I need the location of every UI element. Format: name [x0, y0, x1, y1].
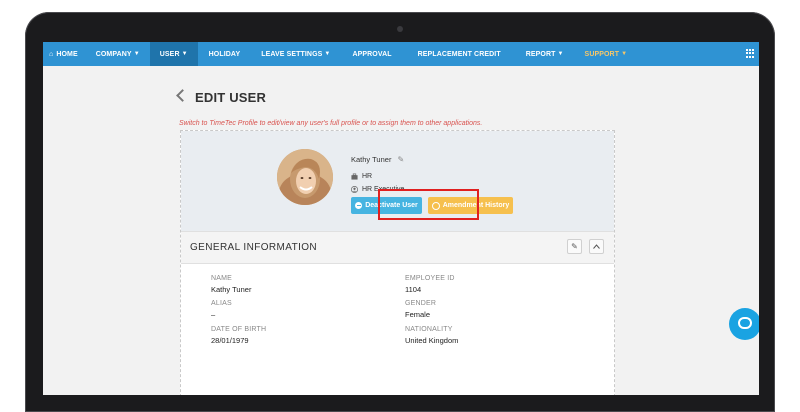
nav-approval[interactable]: APPROVAL [341, 42, 404, 66]
nav-support-label: SUPPORT [584, 50, 620, 58]
dob-label: DATE OF BIRTH [211, 326, 267, 333]
nav-report-label: REPORT [525, 50, 556, 58]
chat-icon [738, 317, 752, 329]
caret-down-icon: ▼ [181, 51, 188, 57]
name-label: NAME [211, 275, 233, 282]
employee-id-label: EMPLOYEE ID [405, 275, 455, 282]
department-row: HR [351, 173, 372, 180]
nav-company[interactable]: COMPANY ▼ [86, 42, 150, 66]
nav-leave-settings[interactable]: LEAVE SETTINGS ▼ [251, 42, 341, 66]
home-icon: ⌂ [49, 50, 54, 58]
caret-down-icon: ▼ [133, 51, 140, 57]
nav-replacement-credit[interactable]: REPLACEMENT CREDIT [405, 42, 514, 66]
chevron-up-icon [593, 244, 600, 249]
gender-value: Female [405, 310, 431, 319]
nav-user-label: USER [159, 50, 180, 58]
minus-circle-icon [355, 202, 363, 209]
nav-leave-settings-label: LEAVE SETTINGS [261, 50, 323, 58]
webcam [397, 26, 403, 32]
employee-id-value: 1104 [405, 285, 422, 294]
page-title: EDIT USER [195, 90, 267, 105]
caret-down-icon: ▼ [557, 51, 564, 57]
timetec-profile-notice[interactable]: Switch to TimeTec Profile to edit/view a… [179, 120, 482, 127]
avatar [277, 149, 333, 205]
nav-home-label: HOME [56, 50, 78, 58]
user-name-row: Kathy Tuner ✎ [351, 155, 404, 164]
pencil-icon[interactable]: ✎ [398, 155, 405, 164]
collapse-section-button[interactable] [589, 239, 604, 254]
dob-value: 28/01/1979 [211, 336, 249, 345]
top-navigation: ⌂ HOME COMPANY ▼ USER ▼ HOLIDAY LEAVE SE… [43, 42, 759, 66]
nationality-label: NATIONALITY [405, 326, 453, 333]
caret-down-icon: ▼ [621, 51, 628, 57]
caret-down-icon: ▼ [324, 51, 331, 57]
department: HR [362, 173, 373, 180]
nav-user[interactable]: USER ▼ [149, 42, 198, 66]
nav-approval-label: APPROVAL [352, 50, 392, 58]
alias-value: – [211, 310, 216, 319]
nav-replacement-credit-label: REPLACEMENT CREDIT [417, 50, 501, 58]
name-value: Kathy Tuner [211, 285, 252, 294]
user-card: Kathy Tuner ✎ HR HR Executive Deactivate… [180, 130, 615, 395]
edit-section-button[interactable]: ✎ [567, 239, 582, 254]
nav-home[interactable]: ⌂ HOME [43, 42, 86, 66]
nav-holiday[interactable]: HOLIDAY [198, 42, 252, 66]
gender-label: GENDER [405, 300, 437, 307]
back-chevron-icon[interactable] [176, 89, 189, 102]
nationality-value: United Kingdom [405, 336, 459, 345]
briefcase-icon [351, 173, 358, 180]
nav-holiday-label: HOLIDAY [208, 50, 241, 58]
nav-company-label: COMPANY [95, 50, 132, 58]
chat-launcher-button[interactable] [729, 308, 759, 340]
user-name: Kathy Tuner [351, 155, 392, 164]
pencil-icon: ✎ [571, 242, 578, 251]
apps-grid-icon[interactable] [746, 49, 755, 58]
section-title: GENERAL INFORMATION [190, 242, 318, 253]
highlight-box [378, 189, 479, 220]
nav-report[interactable]: REPORT ▼ [514, 42, 575, 66]
nav-support[interactable]: SUPPORT ▼ [575, 42, 638, 66]
alias-label: ALIAS [211, 300, 232, 307]
general-information-header: GENERAL INFORMATION ✎ [181, 231, 614, 264]
user-circle-icon [351, 186, 358, 193]
